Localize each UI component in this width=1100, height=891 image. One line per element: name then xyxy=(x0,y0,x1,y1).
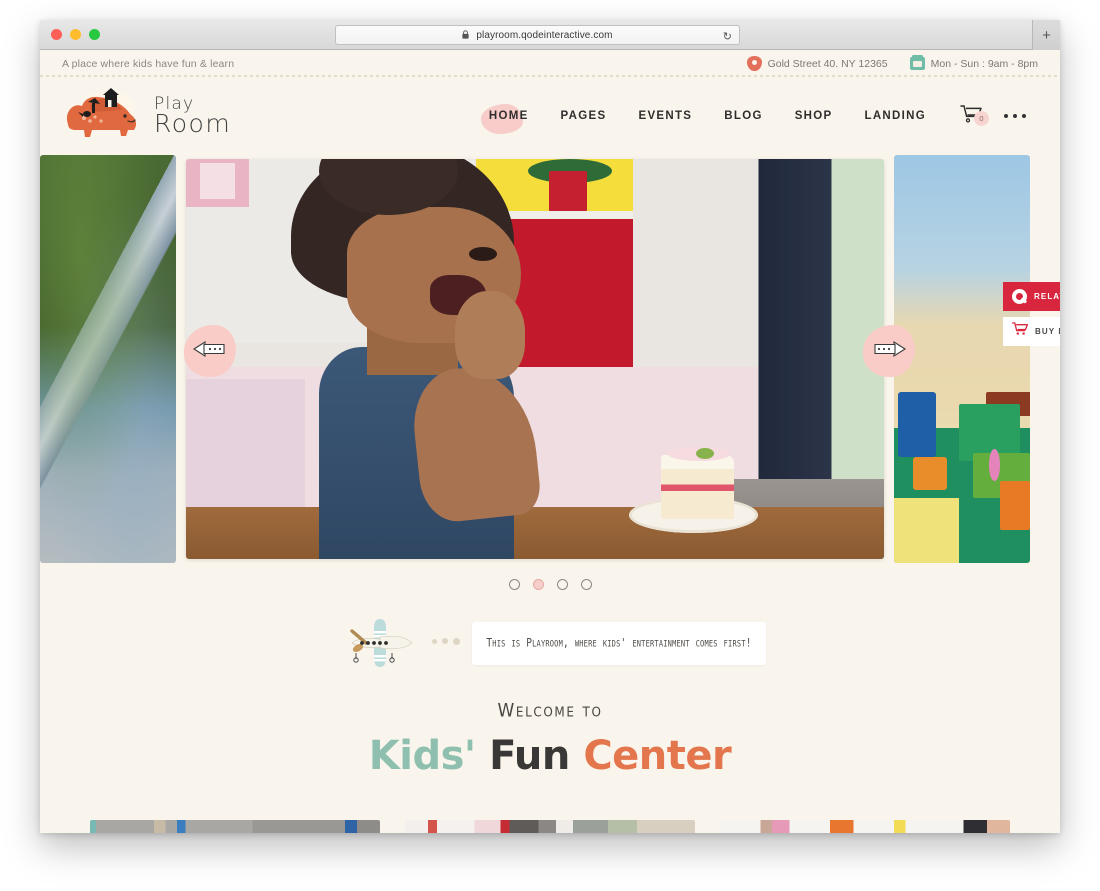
nav-item-landing[interactable]: LANDING xyxy=(849,100,943,132)
nav-item-pages[interactable]: PAGES xyxy=(545,100,623,132)
arrow-right-icon xyxy=(872,340,907,363)
welcome-section: Welcome to Kids' Fun Center xyxy=(40,681,1060,779)
slider-pagination xyxy=(40,563,1060,605)
url-value: playroom.qodeinteractive.com xyxy=(476,30,613,41)
prev-slide-button[interactable] xyxy=(184,325,236,377)
buy-now-label: BUY NOW xyxy=(1035,327,1060,336)
browser-window: playroom.qodeinteractive.com ↻ + A place… xyxy=(40,20,1060,833)
slider-dot-4[interactable] xyxy=(580,578,592,590)
nav-item-events[interactable]: EVENTS xyxy=(622,100,708,132)
buy-now-button[interactable]: BUY NOW xyxy=(1003,317,1060,346)
lock-icon xyxy=(462,30,470,42)
slider-dot-1[interactable] xyxy=(508,578,520,590)
top-info-bar: A place where kids have fun & learn Gold… xyxy=(40,50,1060,77)
site-tagline: A place where kids have fun & learn xyxy=(62,57,235,70)
website-viewport: A place where kids have fun & learn Gold… xyxy=(40,50,1060,833)
map-pin-icon xyxy=(746,56,762,71)
cart-icon xyxy=(1011,322,1029,341)
browser-chrome: playroom.qodeinteractive.com ↻ + xyxy=(40,20,1060,50)
magnifier-icon xyxy=(1012,289,1027,304)
arrow-left-icon xyxy=(192,340,227,363)
related-label: RELATED xyxy=(1034,292,1060,301)
card-birthday-party[interactable] xyxy=(720,820,1010,833)
welcome-subtitle: Welcome to xyxy=(497,699,603,723)
welcome-subtitle-wrap: Welcome to xyxy=(40,699,1060,723)
airplane-icon xyxy=(340,615,428,671)
cart-count-badge: 0 xyxy=(974,110,989,126)
hours-info: Mon - Sun : 9am - 8pm xyxy=(909,55,1038,70)
slider-dot-2[interactable] xyxy=(532,578,544,590)
hours-text: Mon - Sun : 9am - 8pm xyxy=(930,57,1038,70)
nav-item-shop[interactable]: SHOP xyxy=(779,100,849,132)
address-bar[interactable]: playroom.qodeinteractive.com ↻ xyxy=(335,25,740,45)
dots-trail-icon xyxy=(432,637,460,645)
cart-button[interactable]: 0 xyxy=(942,95,996,138)
more-dots-icon[interactable] xyxy=(996,100,1038,132)
product-action-buttons: RELATED BUY NOW xyxy=(1003,282,1060,346)
slide-rope-playground[interactable] xyxy=(40,155,176,563)
address-text: Gold Street 40. NY 12365 xyxy=(767,57,888,70)
site-logo[interactable]: Play Room xyxy=(62,88,231,144)
caption-row: This is Playroom, where kids' entertainm… xyxy=(40,605,1060,681)
minimize-window-button[interactable] xyxy=(70,29,81,40)
card-climbing-wall[interactable] xyxy=(90,820,380,833)
maximize-window-button[interactable] xyxy=(89,29,100,40)
caption-bubble: This is Playroom, where kids' entertainm… xyxy=(472,621,766,665)
slide-lego-bricks[interactable] xyxy=(894,155,1030,563)
page-title-word-2: Fun xyxy=(489,733,570,779)
top-bar-contact-group: Gold Street 40. NY 12365 Mon - Sun : 9am… xyxy=(746,55,1038,71)
logo-line-2: Room xyxy=(154,108,232,138)
site-header: Play Room HOME PAGES EVENTS BLOG SHOP LA… xyxy=(40,77,1060,155)
next-slide-button[interactable] xyxy=(863,325,915,377)
card-playroom-interior[interactable] xyxy=(405,820,695,833)
reload-icon[interactable]: ↻ xyxy=(723,30,732,43)
feature-card-row xyxy=(40,820,1060,833)
page-title: Kids' Fun Center xyxy=(40,733,1060,779)
clock-icon xyxy=(909,55,925,70)
related-button[interactable]: RELATED xyxy=(1003,282,1060,311)
new-tab-button[interactable]: + xyxy=(1032,20,1060,50)
url-text-wrap: playroom.qodeinteractive.com xyxy=(462,29,612,41)
slider-dot-3[interactable] xyxy=(556,578,568,590)
page-title-word-1: Kids' xyxy=(368,733,476,779)
page-title-word-3: Center xyxy=(583,733,732,779)
nav-item-blog[interactable]: BLOG xyxy=(708,100,778,132)
caption-text: This is Playroom, where kids' entertainm… xyxy=(486,636,752,650)
address-info: Gold Street 40. NY 12365 xyxy=(746,56,888,71)
window-controls xyxy=(51,29,100,40)
logo-text: Play Room xyxy=(154,96,232,138)
hero-slider: RELATED BUY NOW xyxy=(40,155,1060,563)
slide-child-eating-cake[interactable] xyxy=(186,159,884,559)
main-navigation: HOME PAGES EVENTS BLOG SHOP LANDING 0 xyxy=(473,95,1038,138)
nav-item-home[interactable]: HOME xyxy=(473,100,545,134)
dinosaur-logo-icon xyxy=(62,88,148,144)
close-window-button[interactable] xyxy=(51,29,62,40)
